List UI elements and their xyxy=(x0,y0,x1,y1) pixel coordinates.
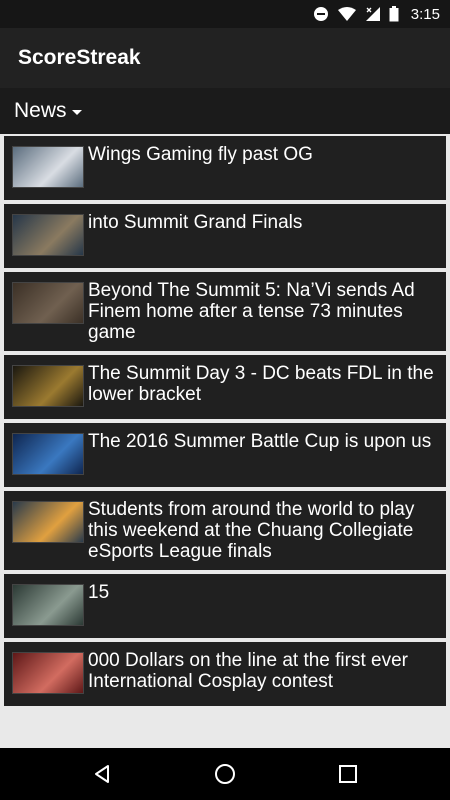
news-item[interactable]: The 2016 Summer Battle Cup is upon us xyxy=(4,423,446,487)
recents-button[interactable] xyxy=(323,752,373,796)
news-list[interactable]: Wings Gaming fly past OG into Summit Gran… xyxy=(0,134,450,748)
home-icon xyxy=(214,764,235,784)
section-label: News xyxy=(14,99,67,122)
news-item[interactable]: 15 xyxy=(4,574,446,638)
news-item[interactable]: The Summit Day 3 - DC beats FDL in the l… xyxy=(4,355,446,419)
news-item[interactable]: 000 Dollars on the line at the first eve… xyxy=(4,642,446,706)
home-button[interactable] xyxy=(200,752,250,796)
status-time: 3:15 xyxy=(410,5,440,23)
do-not-disturb-icon xyxy=(313,7,328,21)
news-thumbnail xyxy=(12,584,84,626)
news-item[interactable]: Wings Gaming fly past OG xyxy=(4,136,446,200)
news-item[interactable]: into Summit Grand Finals xyxy=(4,204,446,268)
news-thumbnail xyxy=(12,652,84,694)
cell-signal-icon xyxy=(365,7,380,21)
chevron-down-icon xyxy=(71,110,82,115)
back-icon xyxy=(94,765,109,783)
battery-icon xyxy=(389,6,399,22)
news-thumbnail xyxy=(12,146,84,188)
status-bar: 3:15 xyxy=(0,0,450,28)
section-bar: News xyxy=(0,88,450,134)
nav-bar xyxy=(0,748,450,800)
section-dropdown[interactable]: News xyxy=(14,99,82,123)
news-thumbnail xyxy=(12,433,84,475)
back-button[interactable] xyxy=(77,752,127,796)
news-item[interactable]: Students from around the world to play t… xyxy=(4,491,446,570)
wifi-icon xyxy=(337,7,356,21)
news-item[interactable]: Beyond The Summit 5: Na’Vi sends Ad Fine… xyxy=(4,272,446,351)
news-thumbnail xyxy=(12,214,84,256)
app-title: ScoreStreak xyxy=(18,46,141,69)
news-thumbnail xyxy=(12,365,84,407)
app-bar: ScoreStreak xyxy=(0,28,450,88)
news-thumbnail xyxy=(12,501,84,543)
news-thumbnail xyxy=(12,282,84,324)
recents-icon xyxy=(339,765,358,783)
